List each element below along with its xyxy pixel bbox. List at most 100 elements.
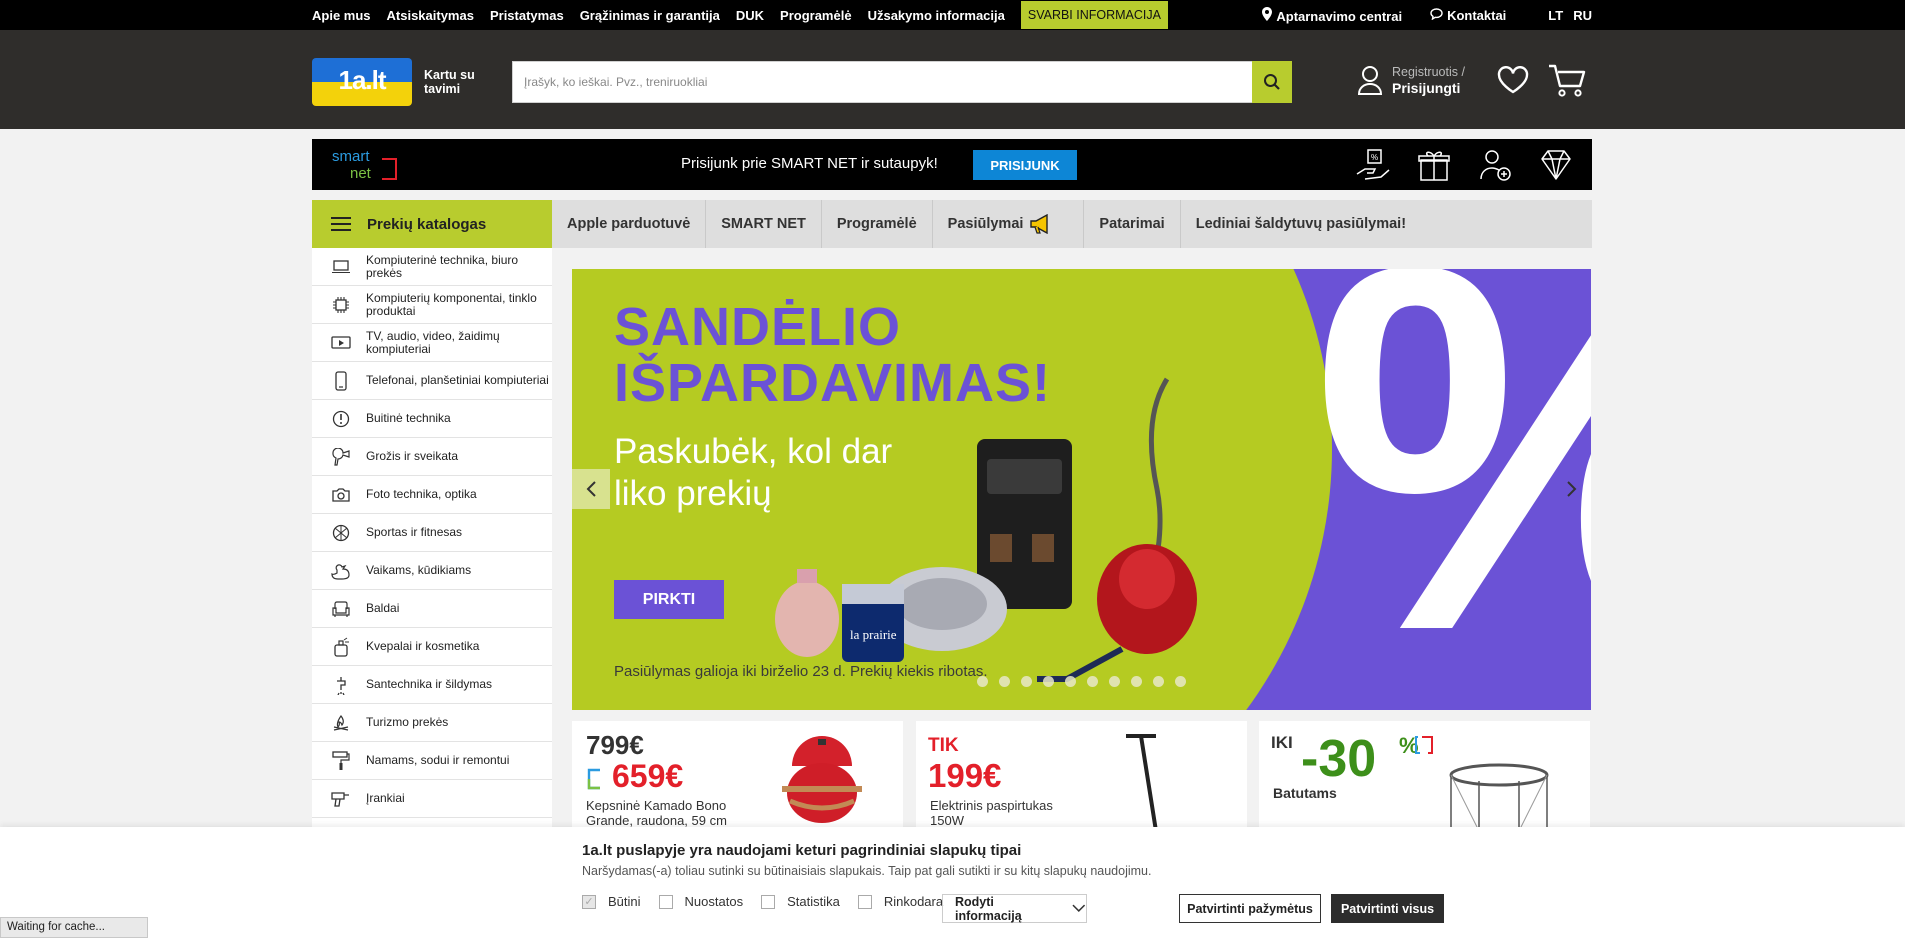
drill-icon (331, 789, 351, 809)
service-centers-label: Aptarnavimo centrai (1276, 8, 1403, 24)
nav-app[interactable]: Programėlė (822, 200, 933, 248)
top-link-order-info[interactable]: Užsakymo informacija (868, 8, 1005, 23)
cookie-option-preferences[interactable]: Nuostatos (658, 894, 743, 909)
banner-dot[interactable] (1021, 676, 1032, 687)
sidebar-item-components[interactable]: Kompiuterių komponentai, tinklo produkta… (312, 286, 552, 324)
service-centers-link[interactable]: Aptarnavimo centrai (1262, 6, 1403, 24)
sidebar-item-label: Namams, sodui ir remontui (366, 753, 510, 767)
cookie-option-marketing[interactable]: Rinkodara (857, 894, 943, 909)
banner-dot[interactable] (1043, 676, 1054, 687)
confirm-all-button[interactable]: Patvirtinti visus (1331, 894, 1444, 923)
sidebar-item-tools[interactable]: Įrankiai (312, 780, 552, 818)
smartnet-bracket-icon (587, 768, 600, 789)
promo-card-trampoline[interactable]: IKI -30 % Batutams (1259, 721, 1590, 831)
card-new-price: 659€ (586, 758, 683, 795)
account-link[interactable]: Registruotis / Prisijungti (1357, 64, 1465, 96)
sidebar-item-furniture[interactable]: Baldai (312, 590, 552, 628)
sidebar-item-beauty[interactable]: Grožis ir sveikata (312, 438, 552, 476)
cookie-description: Naršydamas(-a) toliau sutinki su būtinai… (582, 864, 1152, 878)
sidebar-item-label: Vaikams, kūdikiams (366, 563, 472, 577)
sidebar-item-computers[interactable]: Kompiuterinė technika, biuro prekės (312, 248, 552, 286)
cookie-details-dropdown[interactable]: Rodyti informaciją (942, 894, 1087, 923)
nav-fridge-offers[interactable]: Lediniai šaldytuvų pasiūlymai! (1181, 200, 1421, 248)
sidebar-item-appliances[interactable]: Buitinė technika (312, 400, 552, 438)
login-link[interactable]: Prisijungti (1392, 80, 1465, 96)
nav-apple-store[interactable]: Apple parduotuvė (552, 200, 707, 248)
sidebar-item-label: Sportas ir fitnesas (366, 525, 463, 539)
card-new-price-value: 659€ (612, 758, 684, 794)
cookie-option-necessary[interactable]: ✓ Būtini (582, 894, 641, 909)
chip-icon (331, 295, 351, 315)
chat-bubble-icon (1430, 7, 1443, 20)
browser-status-bar: Waiting for cache... (0, 917, 148, 938)
important-info-link[interactable]: SVARBI INFORMACIJA (1020, 1, 1168, 29)
laptop-icon (331, 257, 351, 277)
smartnet-promo-text: Prisijunk prie SMART NET ir sutaupyk! (681, 155, 938, 172)
faucet-icon (331, 675, 351, 695)
top-link-payment[interactable]: Atsiskaitymas (387, 8, 474, 23)
smartnet-logo: smart net (332, 148, 397, 182)
nav-offers[interactable]: Pasiūlymai (933, 200, 1085, 248)
search-input[interactable] (513, 62, 1291, 102)
search-box (512, 61, 1292, 103)
wishlist-button[interactable] (1497, 66, 1529, 99)
sidebar-item-kids[interactable]: Vaikams, kūdikiams (312, 552, 552, 590)
cookie-option-statistics[interactable]: Statistika (761, 894, 840, 909)
hero-banner[interactable]: % SANDĖLIO IŠPARDAVIMAS! Paskubėk, kol d… (572, 269, 1591, 710)
smartnet-banner[interactable]: smart net Prisijunk prie SMART NET ir su… (312, 139, 1592, 190)
svg-text:%: % (1371, 153, 1378, 162)
sidebar-item-photo[interactable]: Foto technika, optika (312, 476, 552, 514)
top-link-faq[interactable]: DUK (736, 8, 764, 23)
smartnet-join-button[interactable]: PRISIJUNK (973, 150, 1077, 180)
trampoline-image (1449, 763, 1549, 831)
scooter-image (1126, 734, 1158, 831)
sidebar-item-sports[interactable]: Sportas ir fitnesas (312, 514, 552, 552)
search-button[interactable] (1252, 61, 1292, 103)
cart-icon (1549, 64, 1586, 97)
register-link[interactable]: Registruotis / (1392, 64, 1465, 80)
promo-card-scooter[interactable]: TIK 199€ Elektrinis paspirtukas 150W (916, 721, 1247, 831)
banner-dot[interactable] (1175, 676, 1186, 687)
banner-dot[interactable] (1109, 676, 1120, 687)
banner-dot[interactable] (1065, 676, 1076, 687)
cookie-option-label: Statistika (787, 894, 840, 909)
banner-buy-button[interactable]: PIRKTI (614, 580, 724, 619)
banner-dot[interactable] (1153, 676, 1164, 687)
banner-next-button[interactable] (1553, 469, 1591, 509)
hand-discount-icon: % (1356, 149, 1390, 180)
lang-ru[interactable]: RU (1573, 8, 1592, 23)
catalog-toggle[interactable]: Prekių katalogas (312, 200, 552, 248)
site-logo[interactable]: 1a.lt (312, 58, 412, 106)
banner-pagination (977, 676, 1186, 687)
banner-dot[interactable] (1087, 676, 1098, 687)
cart-button[interactable] (1548, 64, 1586, 103)
banner-prev-button[interactable] (572, 469, 610, 509)
sidebar-item-label: Santechnika ir šildymas (366, 677, 493, 691)
account-labels: Registruotis / Prisijungti (1392, 64, 1465, 96)
sidebar-item-label: Telefonai, planšetiniai kompiuteriai (366, 373, 549, 387)
nav-tips[interactable]: Patarimai (1084, 200, 1181, 248)
sidebar-item-home-garden[interactable]: Namams, sodui ir remontui (312, 742, 552, 780)
top-link-app[interactable]: Programėlė (780, 8, 852, 23)
banner-dot[interactable] (1131, 676, 1142, 687)
sidebar-item-tourism[interactable]: Turizmo prekės (312, 704, 552, 742)
sidebar-item-perfume[interactable]: Kvepalai ir kosmetika (312, 628, 552, 666)
nav-offers-label: Pasiūlymai (947, 216, 1024, 232)
top-right: Aptarnavimo centrai Kontaktai LT RU (1262, 0, 1592, 30)
campfire-icon (331, 713, 351, 733)
banner-dot[interactable] (977, 676, 988, 687)
nav-smart-net[interactable]: SMART NET (706, 200, 822, 248)
top-link-about[interactable]: Apie mus (312, 8, 371, 23)
sidebar-item-phones[interactable]: Telefonai, planšetiniai kompiuteriai (312, 362, 552, 400)
lang-lt[interactable]: LT (1548, 8, 1563, 23)
main-nav: Apple parduotuvė SMART NET Programėlė Pa… (552, 200, 1592, 248)
sidebar-item-plumbing[interactable]: Santechnika ir šildymas (312, 666, 552, 704)
contacts-link[interactable]: Kontaktai (1430, 8, 1506, 23)
banner-fine-print: Pasiūlymas galioja iki birželio 23 d. Pr… (614, 663, 988, 680)
top-link-delivery[interactable]: Pristatymas (490, 8, 564, 23)
banner-dot[interactable] (999, 676, 1010, 687)
top-link-returns[interactable]: Grąžinimas ir garantija (580, 8, 720, 23)
sidebar-item-tv[interactable]: TV, audio, video, žaidimų kompiuteriai (312, 324, 552, 362)
promo-card-grill[interactable]: 799€ 659€ Kepsninė Kamado Bono Grande, r… (572, 721, 903, 831)
confirm-selected-button[interactable]: Patvirtinti pažymėtus (1179, 894, 1321, 923)
